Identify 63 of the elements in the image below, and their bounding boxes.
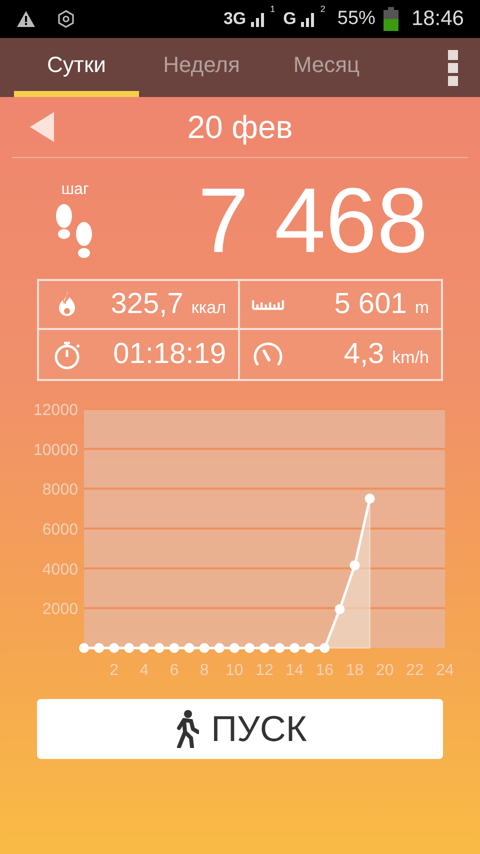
- x-tick-label: 6: [170, 662, 179, 679]
- x-tick-label: 14: [286, 662, 304, 679]
- y-tick-label: 12000: [34, 402, 78, 419]
- x-tick-label: 8: [200, 662, 209, 679]
- start-button[interactable]: ПУСК: [37, 699, 443, 759]
- stat-value: 325,7: [110, 286, 184, 322]
- clock: 18:46: [411, 6, 464, 32]
- x-tick-label: 12: [256, 662, 274, 679]
- stat-value: 5 601: [334, 286, 407, 322]
- x-tick-label: 2: [110, 662, 119, 679]
- y-tick-label: 10000: [34, 442, 78, 459]
- data-point: [214, 643, 224, 653]
- data-point: [79, 643, 89, 653]
- signal-icon: [250, 11, 266, 27]
- warning-icon: [16, 9, 36, 29]
- data-point: [199, 643, 210, 653]
- x-tick-label: 4: [140, 662, 149, 679]
- y-tick-label: 2000: [42, 601, 78, 618]
- data-point: [154, 643, 164, 653]
- data-point: [364, 494, 375, 504]
- network-label: 3G: [223, 8, 246, 30]
- data-point: [304, 643, 315, 653]
- battery-percent: 55%: [337, 6, 376, 31]
- data-point: [184, 643, 194, 653]
- data-point: [244, 643, 254, 653]
- data-point: [290, 643, 300, 653]
- stat-value: 4,3: [344, 336, 384, 372]
- signal-icon: [300, 11, 316, 27]
- date-label: 20 фев: [187, 108, 293, 147]
- data-point: [334, 604, 345, 614]
- x-tick-label: 16: [316, 662, 334, 679]
- x-tick-label: 20: [376, 662, 394, 679]
- y-tick-label: 8000: [42, 482, 78, 499]
- y-tick-label: 6000: [42, 522, 78, 538]
- data-point: [139, 643, 150, 653]
- tab[interactable]: Сутки: [14, 38, 139, 97]
- data-point: [320, 643, 330, 653]
- x-tick-label: 18: [346, 662, 364, 679]
- data-point: [260, 643, 270, 653]
- data-point: [229, 643, 240, 653]
- stat-unit: ккал: [191, 296, 226, 319]
- data-point: [169, 643, 180, 653]
- stat-unit: km/h: [392, 346, 429, 369]
- data-point: [350, 560, 360, 570]
- data-point: [124, 643, 134, 653]
- x-tick-label: 22: [406, 662, 424, 679]
- left-triangle-icon: [30, 112, 54, 142]
- sim-number: 1: [270, 3, 276, 16]
- sim-number: 2: [320, 3, 326, 16]
- stat-value: 01:18:19: [113, 336, 226, 372]
- hexagon-icon: [56, 9, 76, 29]
- steps-unit: шаг: [61, 180, 89, 200]
- x-tick-label: 24: [436, 662, 454, 679]
- battery-icon: [383, 7, 400, 31]
- data-point: [94, 643, 104, 653]
- data-point: [274, 643, 285, 653]
- step-count: 7 468: [198, 174, 428, 266]
- y-tick-label: 4000: [42, 561, 78, 578]
- data-point: [109, 643, 120, 653]
- network-label: G: [283, 8, 296, 30]
- x-tick-label: 10: [226, 662, 244, 679]
- stat-unit: m: [414, 296, 429, 319]
- ruler-icon: [252, 299, 284, 310]
